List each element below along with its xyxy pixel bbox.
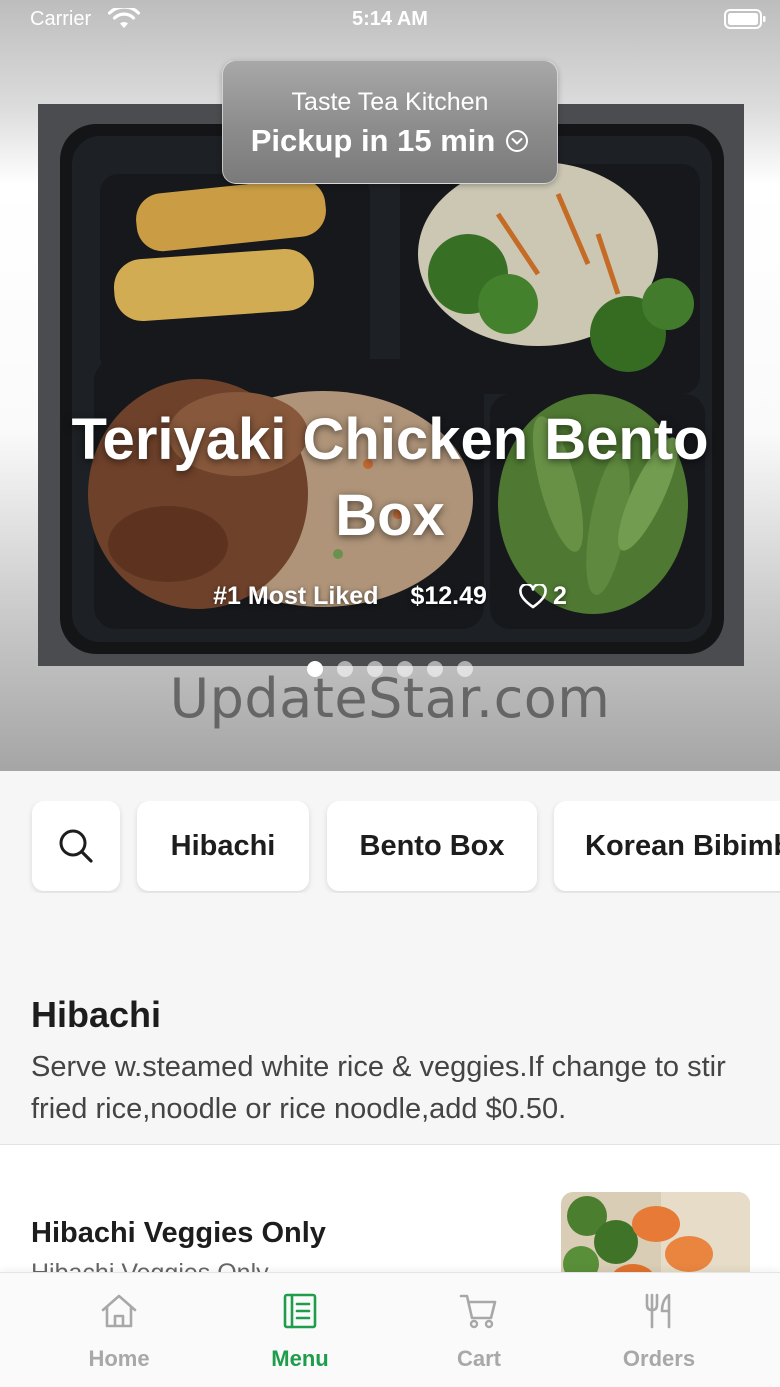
section-title: Hibachi — [31, 994, 162, 1035]
featured-price: $12.49 — [410, 582, 487, 610]
tab-home[interactable]: Home — [29, 1273, 209, 1387]
pickup-label: Pickup in 15 min — [250, 123, 496, 158]
tab-home-label: Home — [88, 1346, 150, 1371]
fork-knife-icon — [645, 1293, 671, 1329]
restaurant-pickup-selector[interactable]: Taste Tea Kitchen Pickup in 15 min — [222, 60, 558, 184]
tab-orders-label: Orders — [622, 1346, 696, 1371]
section-description: Serve w.steamed white rice & veggies.If … — [31, 1051, 726, 1125]
battery-icon — [724, 9, 766, 29]
category-chip-hibachi[interactable]: Hibachi — [137, 801, 309, 891]
clock: 5:14 AM — [352, 8, 428, 30]
menu-item-name: Hibachi Veggies Only — [31, 1217, 326, 1249]
tab-menu[interactable]: Menu — [210, 1273, 390, 1387]
menu-icon — [283, 1293, 317, 1329]
search-icon — [59, 829, 93, 863]
search-button[interactable] — [32, 801, 120, 891]
category-chip-bento-box[interactable]: Bento Box — [327, 801, 537, 891]
tab-menu-label: Menu — [271, 1346, 329, 1371]
category-chip-korean-bibimbap[interactable]: Korean Bibimb — [554, 801, 780, 891]
hero-banner: Carrier 5:14 AM Taste Tea Kitchen Pickup… — [0, 0, 780, 771]
tab-orders[interactable]: Orders — [569, 1273, 749, 1387]
featured-item-title[interactable]: Teriyaki Chicken Bento Box — [40, 402, 740, 554]
category-chips: Hibachi Bento Box Korean Bibimb — [0, 801, 780, 893]
tab-bar: Home Menu Cart Orders — [0, 1272, 780, 1387]
likes-count[interactable]: 2 — [519, 582, 567, 611]
status-bar: Carrier 5:14 AM — [0, 0, 780, 40]
watermark: UpdateStar.com — [169, 667, 611, 730]
featured-item-meta: #1 Most Liked $12.49 2 — [0, 582, 780, 611]
pickup-time: Pickup in 15 min — [223, 123, 557, 159]
tab-cart-label: Cart — [456, 1346, 501, 1371]
tab-cart[interactable]: Cart — [389, 1273, 569, 1387]
most-liked-badge: #1 Most Liked — [213, 582, 379, 610]
likes-value: 2 — [552, 582, 567, 610]
home-icon — [101, 1294, 137, 1328]
heart-icon — [519, 583, 547, 608]
cart-icon — [459, 1294, 497, 1329]
chevron-down-circle-icon — [506, 130, 529, 152]
restaurant-name: Taste Tea Kitchen — [291, 88, 489, 116]
